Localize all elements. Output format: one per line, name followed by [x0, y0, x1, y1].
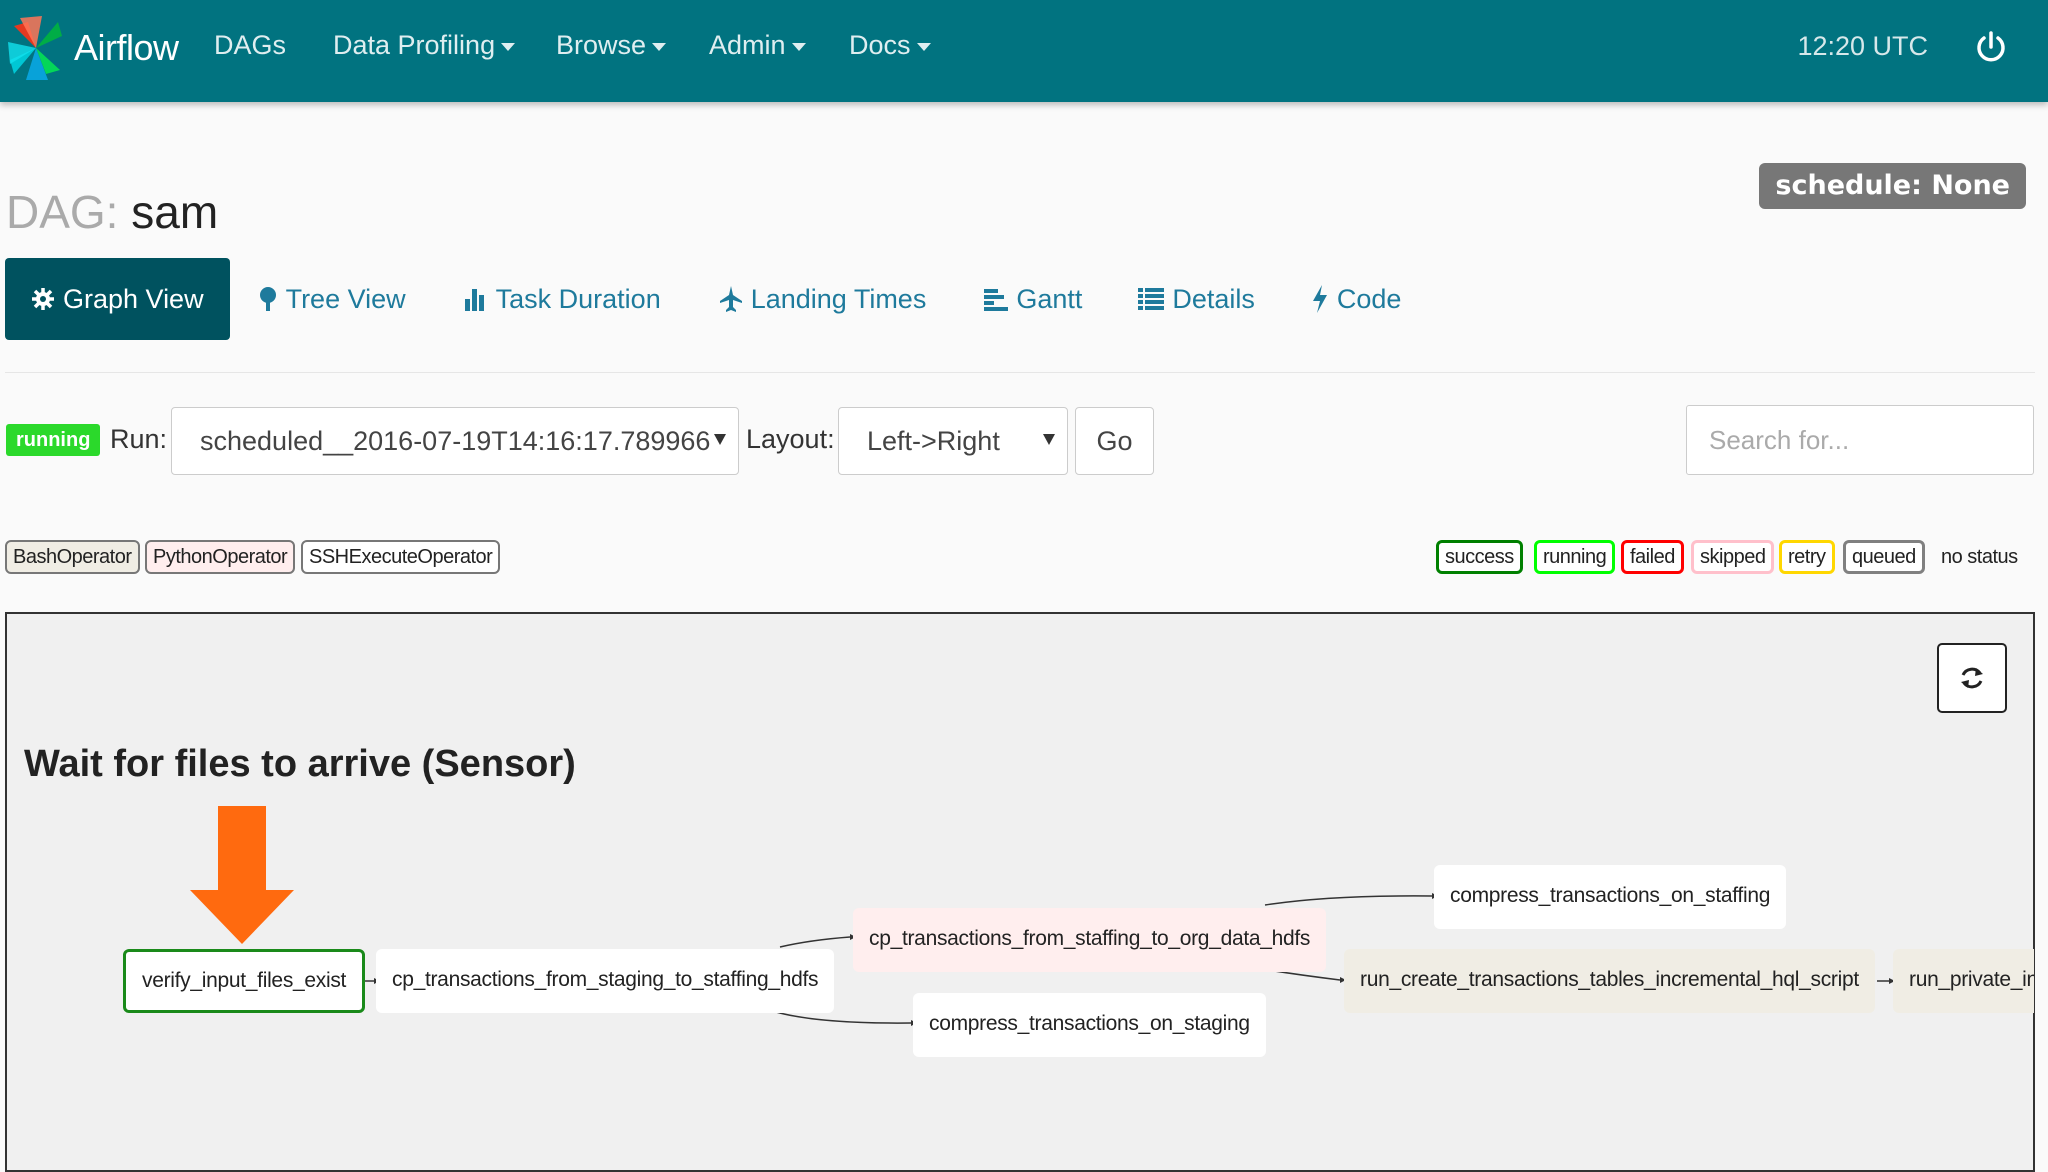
run-label: Run: — [110, 424, 168, 454]
legend-retry[interactable]: retry — [1779, 540, 1835, 574]
task-node-verify-input-files-exist[interactable]: verify_input_files_exist — [123, 949, 366, 1013]
dag-label: DAG: — [6, 186, 119, 238]
tab-task-duration[interactable]: Task Duration — [440, 258, 685, 340]
view-tabs: Graph View Tree View Task Duration Landi… — [5, 258, 1425, 340]
nav-admin[interactable]: Admin — [709, 30, 806, 61]
legend-failed[interactable]: failed — [1621, 540, 1684, 574]
divider — [5, 372, 2035, 373]
tab-label: Gantt — [1016, 283, 1083, 314]
tab-label: Tree View — [285, 283, 406, 314]
brand-name: Airflow — [74, 27, 179, 68]
schedule-badge: schedule: None — [1759, 163, 2026, 209]
nav-dags-label: DAGs — [214, 30, 287, 60]
legend-running[interactable]: running — [1534, 540, 1616, 574]
caret-down-icon — [501, 42, 516, 51]
caret-down-icon — [791, 42, 806, 51]
tree-icon — [258, 286, 278, 312]
tab-details[interactable]: Details — [1114, 258, 1279, 340]
search-input[interactable] — [1686, 405, 2034, 475]
legend-no-status[interactable]: no status — [1932, 540, 2027, 574]
list-icon — [1138, 287, 1165, 311]
refresh-button[interactable] — [1937, 643, 2007, 713]
tab-code[interactable]: Code — [1287, 258, 1426, 340]
tab-label: Task Duration — [495, 283, 661, 314]
caret-down-icon — [652, 42, 667, 51]
tab-label: Graph View — [63, 283, 204, 314]
page-title: DAG: sam — [6, 185, 218, 239]
layout-label: Layout: — [746, 424, 835, 454]
bar-chart-icon — [464, 287, 488, 311]
nav-data-profiling[interactable]: Data Profiling — [333, 30, 516, 61]
tab-label: Code — [1336, 283, 1402, 314]
nav-docs-label: Docs — [849, 30, 911, 60]
dag-name: sam — [131, 186, 219, 238]
legend-skipped[interactable]: skipped — [1691, 540, 1775, 574]
run-select[interactable]: scheduled__2016-07-19T14:16:17.789966 — [171, 407, 739, 475]
tab-label: Details — [1172, 283, 1255, 314]
tab-tree-view[interactable]: Tree View — [234, 258, 430, 340]
down-arrow-icon — [190, 806, 294, 944]
operator-chip-ssh[interactable]: SSHExecuteOperator — [301, 540, 501, 574]
caret-down-icon — [916, 42, 931, 51]
nav-docs[interactable]: Docs — [849, 30, 931, 61]
task-node-run-create-transactions-tables[interactable]: run_create_transactions_tables_increment… — [1344, 949, 1875, 1013]
power-icon[interactable] — [1974, 30, 2008, 64]
nav-data-profiling-label: Data Profiling — [333, 30, 496, 60]
sensor-annotation: Wait for files to arrive (Sensor) — [24, 743, 576, 785]
nav-browse-label: Browse — [556, 30, 647, 60]
legend-queued[interactable]: queued — [1843, 540, 1925, 574]
dropdown-arrow-icon — [1043, 434, 1055, 445]
nav-admin-label: Admin — [709, 30, 786, 60]
layout-select-value: Left->Right — [867, 426, 1000, 456]
airflow-logo-icon — [8, 16, 62, 80]
tab-gantt[interactable]: Gantt — [960, 258, 1106, 340]
navbar: Airflow DAGs Data Profiling Browse Admin… — [0, 0, 2048, 102]
legend-success[interactable]: success — [1436, 540, 1523, 574]
tab-graph-view[interactable]: Graph View — [5, 258, 230, 340]
task-node-cp-staffing-to-org-data[interactable]: cp_transactions_from_staffing_to_org_dat… — [853, 908, 1327, 972]
flash-icon — [1311, 285, 1329, 313]
operator-chip-bash[interactable]: BashOperator — [5, 540, 140, 574]
refresh-icon — [1961, 667, 1983, 689]
dropdown-arrow-icon — [714, 434, 726, 445]
task-node-run-private-in[interactable]: run_private_in — [1893, 949, 2034, 1013]
nav-browse[interactable]: Browse — [556, 30, 667, 61]
tab-label: Landing Times — [750, 283, 927, 314]
run-select-value: scheduled__2016-07-19T14:16:17.789966 — [200, 426, 711, 456]
utc-clock: 12:20 UTC — [1797, 31, 1928, 61]
go-button[interactable]: Go — [1075, 407, 1154, 475]
operator-chip-python[interactable]: PythonOperator — [145, 540, 296, 574]
run-state-badge: running — [6, 424, 101, 456]
task-node-compress-on-staging[interactable]: compress_transactions_on_staging — [913, 993, 1266, 1057]
task-node-compress-on-staffing[interactable]: compress_transactions_on_staffing — [1434, 865, 1787, 929]
nav-dags[interactable]: DAGs — [214, 30, 286, 61]
task-node-cp-staging-to-staffing[interactable]: cp_transactions_from_staging_to_staffing… — [376, 949, 835, 1013]
tab-landing-times[interactable]: Landing Times — [695, 258, 951, 340]
layout-select[interactable]: Left->Right — [838, 407, 1068, 475]
gantt-icon — [984, 287, 1009, 311]
plane-icon — [719, 285, 743, 313]
brand[interactable]: Airflow — [6, 12, 179, 84]
cog-icon — [31, 287, 55, 311]
